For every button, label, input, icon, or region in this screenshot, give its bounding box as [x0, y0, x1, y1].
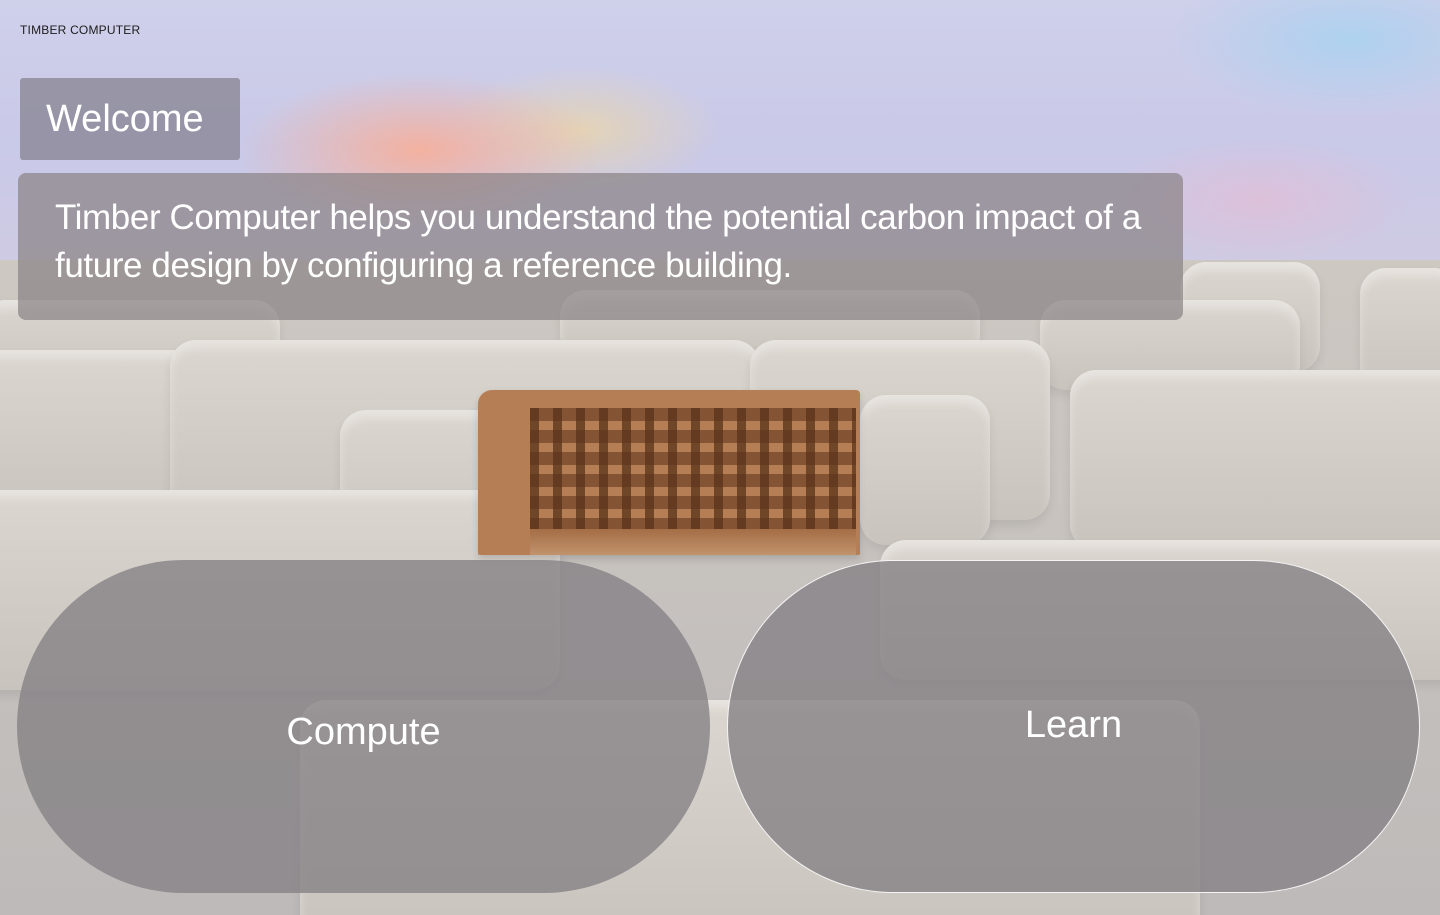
intro-panel: Timber Computer helps you understand the…: [18, 173, 1183, 320]
compute-button[interactable]: Compute: [17, 560, 710, 893]
brand-logo-text[interactable]: TIMBER COMPUTER: [20, 23, 140, 37]
learn-button[interactable]: Learn: [727, 560, 1420, 893]
welcome-title: Welcome: [46, 97, 204, 140]
building-ground-floor: [530, 529, 856, 555]
massing-block: [860, 395, 990, 545]
reference-building-model: [478, 390, 860, 555]
massing-block: [1070, 370, 1440, 550]
building-facade-grid: [530, 408, 856, 529]
welcome-heading: Welcome: [20, 78, 240, 160]
welcome-screen: TIMBER COMPUTER Welcome Timber Computer …: [0, 0, 1440, 915]
compute-button-label: Compute: [286, 711, 441, 753]
learn-button-label: Learn: [1024, 704, 1123, 746]
intro-text: Timber Computer helps you understand the…: [55, 198, 1141, 285]
